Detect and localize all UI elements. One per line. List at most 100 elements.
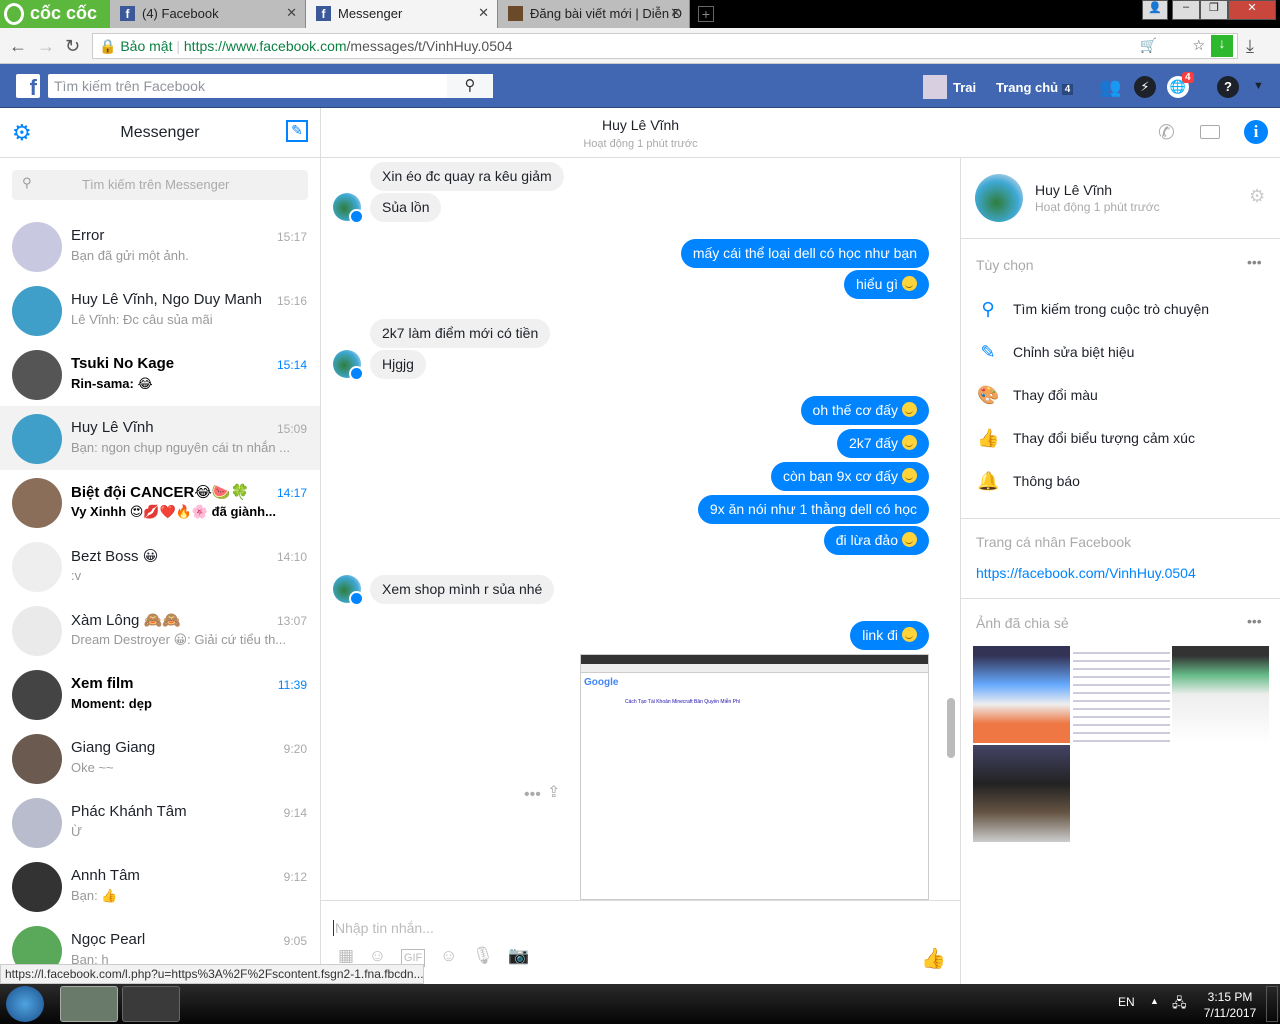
downloads-button[interactable]: ⤓ bbox=[1246, 36, 1254, 57]
bookmark-star-icon[interactable]: ☆ bbox=[1192, 37, 1205, 54]
sender-avatar[interactable] bbox=[333, 193, 364, 224]
notification-badge: 4 bbox=[1182, 72, 1194, 83]
emoji-icon[interactable]: ☺ bbox=[440, 946, 457, 965]
photos-more-icon[interactable]: ••• bbox=[1247, 613, 1262, 629]
conversation-item[interactable]: Giang Giang Oke ~~ 9:20 bbox=[0, 726, 320, 790]
contact-avatar[interactable] bbox=[975, 174, 1023, 222]
profile-link[interactable]: Trai bbox=[953, 80, 976, 95]
minimize-button[interactable]: – bbox=[1172, 0, 1200, 20]
shared-photo[interactable] bbox=[973, 646, 1070, 743]
reload-button[interactable]: ↻ bbox=[65, 36, 80, 57]
clock[interactable]: 3:15 PM 7/11/2017 bbox=[1200, 989, 1260, 1021]
sticker-icon[interactable]: ☺ bbox=[369, 946, 386, 965]
messenger-search-input[interactable]: ⚲ Tìm kiếm trên Messenger bbox=[12, 170, 308, 200]
shared-screenshot-image[interactable]: Google Cách Tạo Tài Khoản Minecraft Bản … bbox=[580, 654, 929, 900]
tab-facebook[interactable]: f (4) Facebook ✕ bbox=[110, 0, 306, 28]
camera-icon[interactable]: 📷 bbox=[508, 946, 529, 965]
conversation-item[interactable]: Xàm Lông 🙈🙈 Dream Destroyer 😀: Giải cứ t… bbox=[0, 598, 320, 662]
option-notifications[interactable]: Thông báo bbox=[1013, 473, 1080, 489]
shared-photo[interactable] bbox=[1073, 646, 1170, 743]
conversation-info-icon[interactable]: i bbox=[1244, 120, 1268, 144]
back-button[interactable]: ← bbox=[9, 36, 27, 57]
smile-emoji-icon bbox=[902, 627, 917, 642]
home-link[interactable]: Trang chủ 4 bbox=[996, 80, 1074, 95]
close-tab-icon[interactable]: ✕ bbox=[286, 5, 297, 21]
conversation-item[interactable]: Xem film Moment: dẹp 11:39 bbox=[0, 662, 320, 726]
conversation-name: Ngọc Pearl bbox=[71, 931, 146, 948]
voice-call-icon[interactable]: ✆ bbox=[1158, 120, 1175, 145]
message-outgoing: oh thế cơ đấy bbox=[800, 396, 929, 425]
conversation-item[interactable]: Tsuki No Kage Rin-sama: 😂 15:14 bbox=[0, 342, 320, 406]
message-outgoing: còn bạn 9x cơ đấy bbox=[770, 462, 929, 491]
conversation-item[interactable]: Biệt đội CANCER😂🍉🍀 Vy Xinhh 😍💋❤️🔥🌸 đã gi… bbox=[0, 470, 320, 534]
tab-label: Messenger bbox=[338, 6, 403, 21]
shared-photo[interactable] bbox=[973, 745, 1070, 842]
shared-photo[interactable] bbox=[1172, 646, 1269, 743]
settings-gear-icon[interactable]: ⚙ bbox=[1249, 186, 1265, 207]
smile-emoji-icon bbox=[902, 468, 917, 483]
contact-name[interactable]: Huy Lê Vĩnh bbox=[1035, 182, 1112, 198]
conversation-name: Huy Lê Vĩnh, Ngo Duy Manh bbox=[71, 291, 262, 308]
conversation-item[interactable]: Error Bạn đã gửi một ảnh. 15:17 bbox=[0, 214, 320, 278]
sender-avatar[interactable] bbox=[333, 350, 364, 381]
facebook-logo-icon[interactable]: f bbox=[16, 74, 40, 100]
tab-forum[interactable]: Đăng bài viết mới | Diễn Đ ✕ bbox=[498, 0, 690, 28]
cart-icon[interactable]: 🛒 bbox=[1140, 37, 1157, 54]
coccoc-menu-button[interactable]: cốc cốc bbox=[0, 0, 110, 28]
show-desktop-button[interactable] bbox=[1266, 986, 1278, 1022]
profile-link[interactable]: https://facebook.com/VinhHuy.0504 bbox=[976, 565, 1196, 581]
like-send-icon[interactable]: 👍 bbox=[921, 946, 946, 971]
conversation-item[interactable]: Phác Khánh Tâm Ừ 9:14 bbox=[0, 790, 320, 854]
conversation-time: 15:14 bbox=[276, 358, 307, 372]
conversation-item[interactable]: Huy Lê Vĩnh Bạn: ngon chụp nguyên cái tn… bbox=[0, 406, 320, 470]
start-button[interactable] bbox=[6, 986, 44, 1022]
option-change-emoji[interactable]: Thay đổi biểu tượng cảm xúc bbox=[1013, 430, 1195, 446]
photo-icon[interactable]: ▦ bbox=[338, 946, 354, 965]
facebook-search-input[interactable]: Tìm kiếm trên Facebook ⚲ bbox=[48, 74, 493, 98]
sender-avatar[interactable] bbox=[333, 575, 364, 606]
message-actions-icon[interactable]: ••• bbox=[524, 786, 541, 804]
taskbar-minecraft[interactable] bbox=[122, 986, 180, 1022]
conversation-avatar bbox=[12, 478, 62, 528]
maximize-button[interactable]: ❐ bbox=[1200, 0, 1228, 20]
search-icon[interactable]: ⚲ bbox=[447, 74, 493, 98]
tray-expand-icon[interactable]: ▲ bbox=[1150, 996, 1159, 1006]
facebook-favicon-icon: f bbox=[316, 6, 331, 21]
help-icon[interactable]: ? bbox=[1217, 76, 1239, 98]
chat-scrollbar[interactable] bbox=[947, 698, 955, 758]
conversation-item[interactable]: Huy Lê Vĩnh, Ngo Duy Manh Lê Vĩnh: Đc câ… bbox=[0, 278, 320, 342]
conversation-name: Huy Lê Vĩnh bbox=[71, 419, 154, 436]
account-menu-chevron-icon[interactable]: ▼ bbox=[1253, 80, 1264, 92]
share-icon[interactable]: ⇪ bbox=[547, 782, 560, 802]
new-tab-button[interactable]: + bbox=[698, 6, 714, 22]
forward-button[interactable]: → bbox=[37, 36, 55, 57]
message-input[interactable]: Nhập tin nhắn... bbox=[333, 920, 933, 936]
close-tab-icon[interactable]: ✕ bbox=[478, 5, 489, 21]
profile-button[interactable]: 👤 bbox=[1142, 0, 1168, 20]
url-input[interactable]: 🔒 Bảo mật | https://www.facebook.com/mes… bbox=[92, 33, 1238, 59]
close-window-button[interactable]: ✕ bbox=[1228, 0, 1276, 20]
option-edit-nickname[interactable]: Chỉnh sửa biệt hiệu bbox=[1013, 344, 1134, 360]
messenger-icon[interactable]: ⚡ bbox=[1134, 76, 1156, 98]
option-search-conversation[interactable]: Tìm kiếm trong cuộc trò chuyện bbox=[1013, 301, 1209, 317]
chat-title: Huy Lê Vĩnh bbox=[601, 117, 680, 133]
conversation-item[interactable]: Bezt Boss 😀 :v 14:10 bbox=[0, 534, 320, 598]
video-call-icon[interactable] bbox=[1200, 125, 1220, 139]
conversation-item[interactable]: Annh Tâm Bạn: 👍 9:12 bbox=[0, 854, 320, 918]
option-change-color[interactable]: Thay đổi màu bbox=[1013, 387, 1098, 403]
conversation-name: Tsuki No Kage bbox=[71, 355, 175, 372]
microphone-icon[interactable]: 🎙 bbox=[472, 946, 494, 965]
network-icon[interactable]: 🖧 bbox=[1172, 994, 1187, 1016]
message-text: link đi bbox=[862, 627, 898, 643]
language-indicator[interactable]: EN bbox=[1118, 995, 1135, 1009]
options-more-icon[interactable]: ••• bbox=[1247, 254, 1262, 270]
friend-requests-icon[interactable]: 👥 bbox=[1099, 76, 1121, 98]
new-message-icon[interactable]: ✎ bbox=[286, 120, 308, 142]
message-outgoing: 2k7 đấy bbox=[836, 429, 929, 458]
tab-messenger[interactable]: f Messenger ✕ bbox=[306, 0, 498, 28]
profile-avatar[interactable] bbox=[923, 75, 947, 99]
download-helper-icon[interactable]: ↓ bbox=[1211, 35, 1233, 57]
facebook-favicon-icon: f bbox=[120, 6, 135, 21]
close-tab-icon[interactable]: ✕ bbox=[670, 5, 681, 21]
taskbar-coccoc[interactable] bbox=[60, 986, 118, 1022]
